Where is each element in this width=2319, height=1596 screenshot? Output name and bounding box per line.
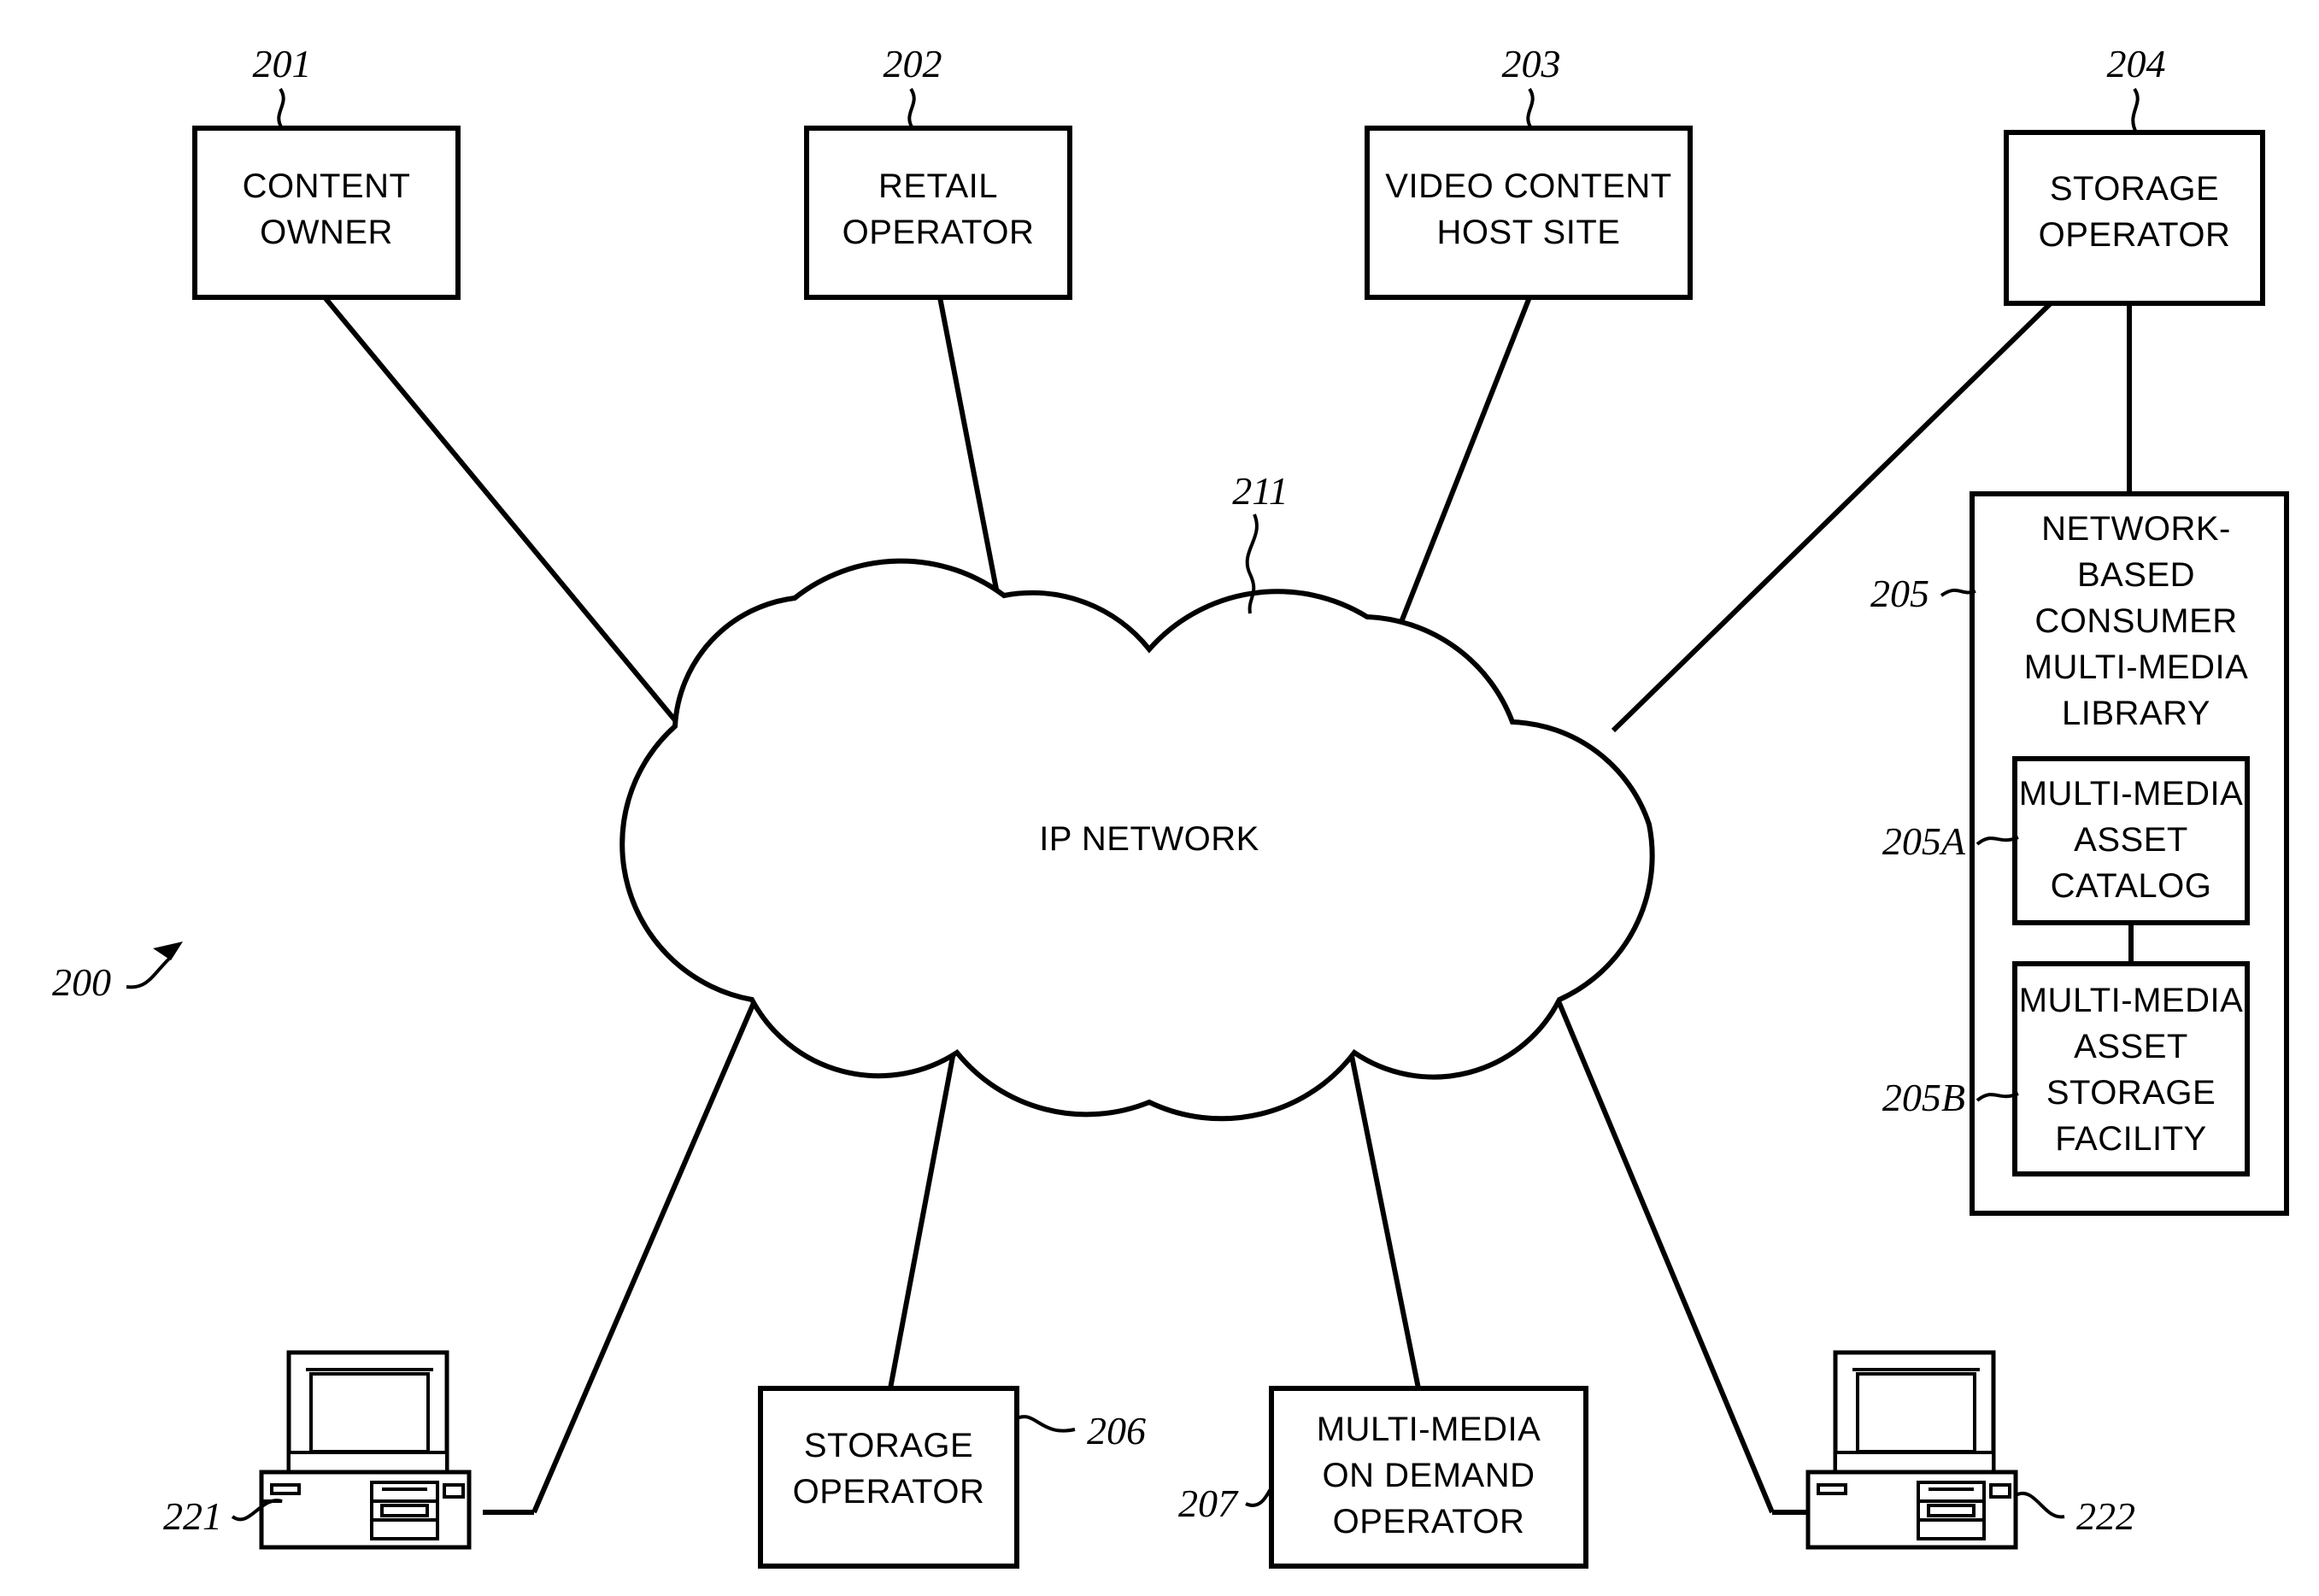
node-video-content-host-site[interactable]: VIDEO CONTENT HOST SITE 203: [1365, 42, 1693, 300]
lead-line-222: [2015, 1491, 2065, 1519]
node-library[interactable]: NETWORK- BASED CONSUMER MULTI-MEDIA LIBR…: [1870, 491, 2289, 1216]
node-library-title-line3: CONSUMER: [2034, 602, 2237, 640]
node-video-content-host-site-box[interactable]: [1365, 126, 1693, 300]
ip-network-cloud: IP NETWORK 211: [619, 469, 1655, 1122]
node-storage-operator-bottom-label-line1: STORAGE: [804, 1427, 973, 1464]
ref-203: 203: [1502, 42, 1561, 85]
ref-202: 202: [884, 42, 942, 85]
ref-205: 205: [1870, 572, 1929, 615]
node-library-title-line2: BASED: [2077, 556, 2195, 594]
link-content-owner-to-network: [322, 296, 686, 732]
terminal-222-drive-bay-3: [1917, 1518, 1986, 1540]
node-storage-operator-top[interactable]: STORAGE OPERATOR 204: [2004, 42, 2265, 306]
terminal-222-drive-bay-1: [1917, 1481, 1986, 1503]
terminal-221-drive-slot: [380, 1504, 429, 1517]
ref-201: 201: [253, 42, 312, 85]
node-video-content-host-site-label-line2: HOST SITE: [1437, 214, 1621, 251]
node-library-title-line4: MULTI-MEDIA: [2024, 648, 2249, 686]
ref-206: 206: [1087, 1409, 1146, 1452]
lead-line-201: [277, 87, 285, 130]
node-storage-operator-top-label-line2: OPERATOR: [2039, 216, 2231, 254]
node-content-owner-box[interactable]: [192, 126, 461, 300]
terminal-221[interactable]: 221: [163, 1350, 472, 1550]
node-asset-catalog-line2: ASSET: [2074, 821, 2188, 859]
node-asset-storage-facility-line2: ASSET: [2074, 1028, 2188, 1065]
node-asset-catalog-line3: CATALOG: [2051, 867, 2212, 905]
node-asset-storage-facility-line1: MULTI-MEDIA: [2019, 982, 2244, 1019]
node-asset-catalog-line1: MULTI-MEDIA: [2019, 775, 2244, 813]
terminal-221-chassis-slot-left: [270, 1483, 301, 1495]
ref-200: 200: [52, 960, 111, 1004]
terminal-222-chassis-slot-right: [1989, 1483, 2011, 1499]
figure-canvas: IP NETWORK 211 CONTENT OWNER 201 RETAIL …: [52, 42, 2289, 1569]
link-retail-operator-to-network: [937, 296, 1001, 599]
node-library-title-line5: LIBRARY: [2062, 695, 2210, 732]
ref-221: 221: [163, 1494, 222, 1538]
node-retail-operator-label-line2: OPERATOR: [842, 214, 1035, 251]
link-network-to-terminal-222: [1554, 995, 1775, 1514]
node-mmod-operator-label-line1: MULTI-MEDIA: [1317, 1411, 1541, 1448]
node-library-title-line1: NETWORK-: [2041, 510, 2231, 548]
terminal-222-screen-icon: [1856, 1372, 1976, 1453]
link-video-host-to-network: [1399, 296, 1532, 624]
node-retail-operator-label-line1: RETAIL: [878, 167, 998, 205]
terminal-222-chassis-slot-left: [1817, 1483, 1847, 1495]
terminal-222[interactable]: 222: [1805, 1350, 2135, 1550]
node-asset-catalog[interactable]: MULTI-MEDIA ASSET CATALOG 205A: [1882, 756, 2250, 925]
node-retail-operator-box[interactable]: [804, 126, 1072, 300]
node-video-content-host-site-label-line1: VIDEO CONTENT: [1385, 167, 1671, 205]
link-network-to-terminal-221: [531, 995, 759, 1514]
lead-line-200-arrow: [126, 957, 171, 989]
ref-205A: 205A: [1882, 819, 1966, 863]
terminal-221-monitor-base: [287, 1451, 449, 1474]
link-network-to-mmod-operator-207: [1347, 1047, 1421, 1389]
patent-figure: IP NETWORK 211 CONTENT OWNER 201 RETAIL …: [0, 0, 2319, 1596]
ref-207: 207: [1178, 1482, 1239, 1525]
ref-222: 222: [2076, 1494, 2135, 1538]
node-storage-operator-bottom-label-line2: OPERATOR: [793, 1473, 985, 1511]
node-content-owner-label-line2: OWNER: [260, 214, 393, 251]
figure-ref-200: 200: [52, 942, 183, 1004]
node-content-owner[interactable]: CONTENT OWNER 201: [192, 42, 461, 300]
terminal-221-chassis-slot-right: [443, 1483, 465, 1499]
lead-line-206: [1016, 1415, 1076, 1433]
arrow-head-200: [153, 942, 183, 960]
ref-204: 204: [2107, 42, 2166, 85]
node-content-owner-label-line1: CONTENT: [243, 167, 411, 205]
node-asset-storage-facility[interactable]: MULTI-MEDIA ASSET STORAGE FACILITY 205B: [1882, 961, 2250, 1176]
terminal-222-monitor-base: [1834, 1451, 1995, 1474]
node-mmod-operator-label-line2: ON DEMAND: [1323, 1457, 1535, 1494]
link-network-to-storage-operator-206: [888, 1047, 957, 1389]
terminal-222-drive-slot: [1927, 1504, 1976, 1517]
ref-211: 211: [1232, 469, 1289, 513]
node-retail-operator[interactable]: RETAIL OPERATOR 202: [804, 42, 1072, 300]
node-storage-operator-top-label-line1: STORAGE: [2050, 170, 2219, 208]
node-storage-operator-bottom[interactable]: STORAGE OPERATOR 206: [758, 1386, 1146, 1569]
node-asset-storage-facility-line4: FACILITY: [2055, 1120, 2206, 1158]
cloud-label: IP NETWORK: [1039, 820, 1259, 858]
node-mmod-operator[interactable]: MULTI-MEDIA ON DEMAND OPERATOR 207: [1178, 1386, 1588, 1569]
terminal-221-screen-icon: [309, 1372, 430, 1453]
lead-line-203: [1526, 87, 1535, 130]
ref-205B: 205B: [1882, 1076, 1965, 1119]
terminal-221-drive-bay-1: [370, 1481, 439, 1503]
lead-line-204: [2131, 87, 2140, 133]
node-asset-storage-facility-line3: STORAGE: [2046, 1074, 2216, 1112]
node-mmod-operator-label-line3: OPERATOR: [1333, 1503, 1525, 1540]
lead-line-202: [907, 87, 916, 130]
terminal-221-drive-bay-3: [370, 1518, 439, 1540]
